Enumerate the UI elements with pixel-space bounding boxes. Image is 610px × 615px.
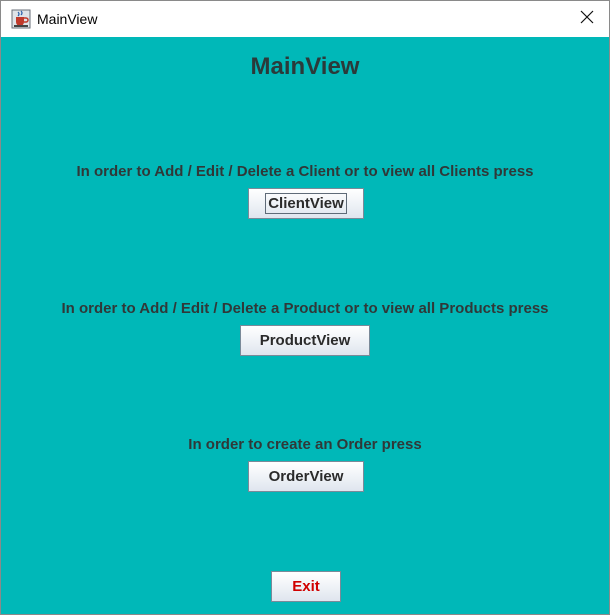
close-icon: [580, 10, 594, 29]
client-instruction-label: In order to Add / Edit / Delete a Client…: [76, 163, 534, 180]
client-view-button-label: ClientView: [265, 193, 347, 214]
product-view-button-label: ProductView: [259, 332, 351, 349]
title-bar[interactable]: MainView: [1, 1, 609, 37]
order-instruction-label: In order to create an Order press: [188, 436, 422, 453]
order-view-button[interactable]: OrderView: [248, 461, 364, 492]
exit-button-label: Exit: [292, 578, 320, 595]
product-instruction-label: In order to Add / Edit / Delete a Produc…: [61, 300, 549, 317]
product-view-button[interactable]: ProductView: [240, 325, 370, 356]
main-window: MainView MainView In order to Add / Edit…: [0, 0, 610, 615]
exit-button[interactable]: Exit: [271, 571, 341, 602]
close-button[interactable]: [565, 1, 609, 37]
java-cup-icon: [11, 9, 31, 29]
order-view-button-label: OrderView: [268, 468, 344, 485]
client-view-button[interactable]: ClientView: [248, 188, 364, 219]
window-title: MainView: [37, 11, 98, 27]
content-panel: MainView In order to Add / Edit / Delete…: [1, 37, 609, 614]
page-heading: MainView: [250, 53, 360, 80]
